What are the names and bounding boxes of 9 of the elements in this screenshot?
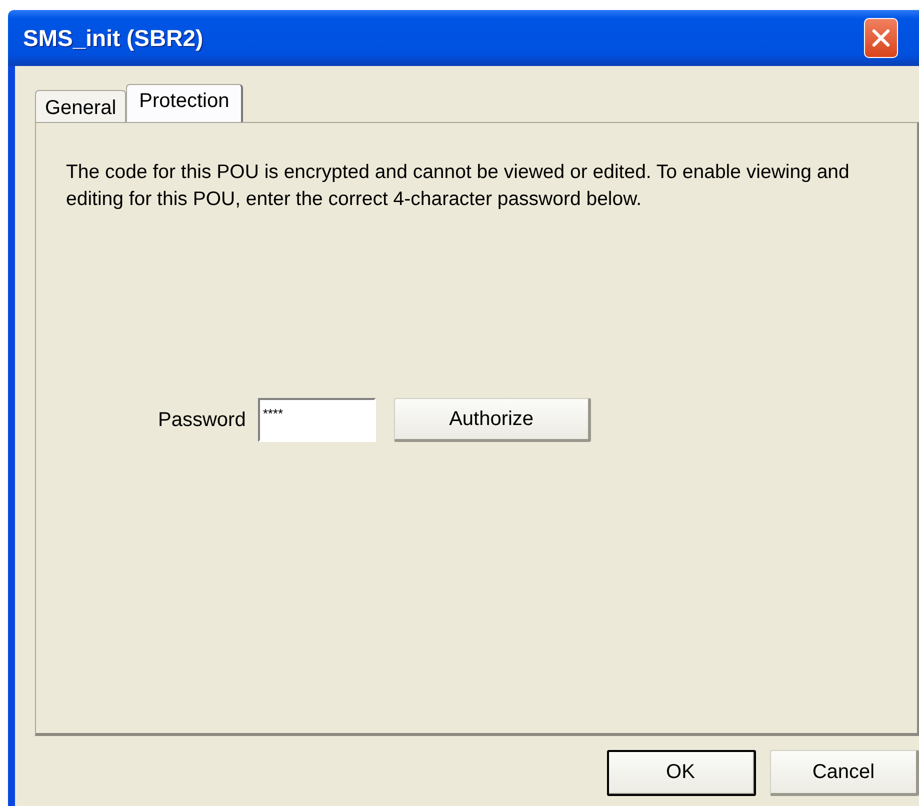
tab[interactable]: General	[35, 90, 126, 122]
window-title: SMS_init (SBR2)	[23, 24, 204, 52]
authorize-button[interactable]: Authorize	[394, 398, 591, 442]
cancel-button[interactable]: Cancel	[770, 750, 919, 796]
password-label: Password	[158, 408, 246, 432]
ok-button[interactable]: OK	[607, 750, 756, 796]
message-text: The code for this POU is encrypted and cannot be viewed or edited. To enable viewing and editing for this POU, enter the correct 4-character password below.	[66, 160, 850, 212]
password-field[interactable]: ****	[258, 398, 376, 442]
tab[interactable]: Protection	[126, 84, 244, 122]
